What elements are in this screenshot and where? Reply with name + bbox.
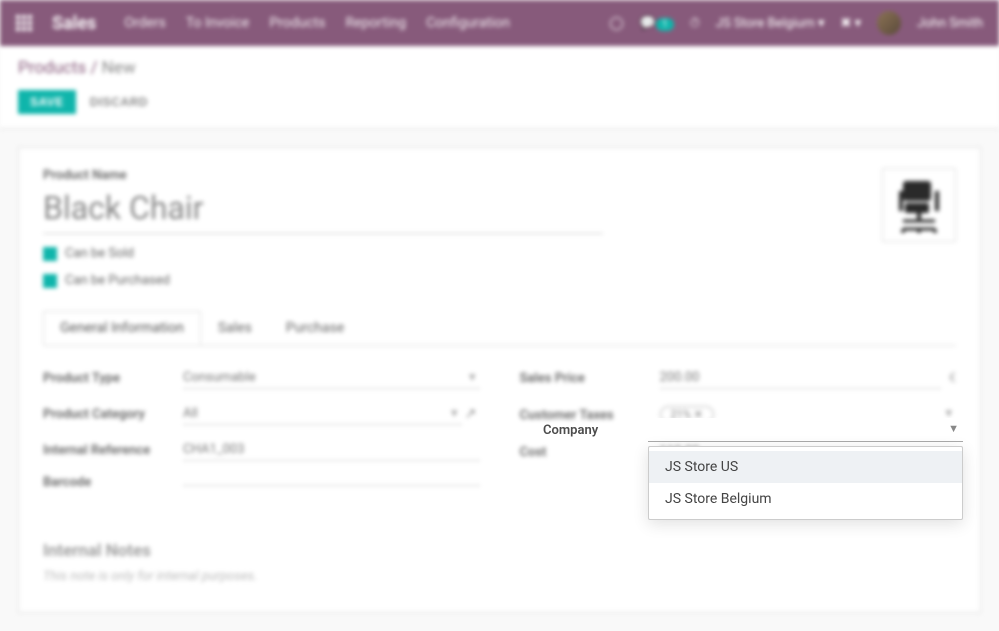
save-button[interactable]: SAVE xyxy=(18,90,76,114)
nav-products[interactable]: Products xyxy=(269,15,325,31)
company-field-focus: Company ▼ JS Store US JS Store Belgium xyxy=(543,418,963,442)
company-switcher[interactable]: JS Store Belgium ▾ xyxy=(716,16,825,31)
product-type-input[interactable]: Consumable xyxy=(183,367,480,389)
chat-count-badge: 1 xyxy=(656,18,674,31)
cost-label: Cost xyxy=(520,445,660,460)
control-panel: Products / New SAVE DISCARD xyxy=(0,46,999,129)
discard-button[interactable]: DISCARD xyxy=(90,95,148,109)
product-type-label: Product Type xyxy=(43,371,183,386)
help-icon[interactable]: ◯ xyxy=(609,16,624,31)
avatar[interactable] xyxy=(877,11,901,35)
sales-price-label: Sales Price xyxy=(520,371,660,386)
product-category-input[interactable]: All xyxy=(183,403,462,425)
company-label: Company xyxy=(543,423,648,438)
topbar: Sales Orders To Invoice Products Reporti… xyxy=(0,0,999,46)
currency-symbol: € xyxy=(949,371,956,386)
breadcrumb-current: New xyxy=(102,58,136,78)
user-name[interactable]: John Smith xyxy=(917,16,983,31)
internal-reference-label: Internal Reference xyxy=(43,443,183,458)
activity-icon[interactable]: ⏱ xyxy=(690,16,700,31)
tab-purchase[interactable]: Purchase xyxy=(269,311,361,345)
company-dropdown: JS Store US JS Store Belgium xyxy=(648,446,963,520)
product-category-label: Product Category xyxy=(43,407,183,422)
barcode-input[interactable] xyxy=(183,479,480,486)
nav-configuration[interactable]: Configuration xyxy=(426,15,510,31)
product-name-label: Product Name xyxy=(43,168,858,183)
can-be-sold-label: Can be Sold xyxy=(65,246,134,261)
internal-notes-hint: This note is only for internal purposes. xyxy=(43,569,956,584)
barcode-label: Barcode xyxy=(43,475,183,490)
company-option-belgium[interactable]: JS Store Belgium xyxy=(649,483,962,515)
top-nav: Orders To Invoice Products Reporting Con… xyxy=(124,15,510,31)
breadcrumb-root[interactable]: Products xyxy=(18,58,86,78)
internal-reference-input[interactable]: CHA1_003 xyxy=(183,439,480,461)
form-sheet: Product Name Black Chair Can be Sold Can… xyxy=(18,147,981,613)
chevron-down-icon[interactable]: ▼ xyxy=(948,422,959,435)
can-be-purchased-checkbox[interactable] xyxy=(43,274,57,288)
company-input[interactable] xyxy=(648,418,963,442)
tab-general[interactable]: General Information xyxy=(43,311,201,345)
breadcrumb: Products / New xyxy=(18,58,981,78)
nav-to-invoice[interactable]: To Invoice xyxy=(186,15,250,31)
debug-menu[interactable]: ✖ ▾ xyxy=(840,16,861,31)
internal-notes-heading: Internal Notes xyxy=(43,541,956,561)
product-name-input[interactable]: Black Chair xyxy=(43,187,603,234)
can-be-sold-checkbox[interactable] xyxy=(43,247,57,261)
can-be-purchased-label: Can be Purchased xyxy=(65,273,170,288)
product-image[interactable] xyxy=(882,168,956,242)
nav-reporting[interactable]: Reporting xyxy=(346,15,407,31)
tabs: General Information Sales Purchase xyxy=(43,311,956,346)
external-link-icon[interactable]: ↗ xyxy=(462,406,480,422)
sales-price-input[interactable]: 200.00 xyxy=(660,367,941,389)
chat-icon[interactable]: 💬1 xyxy=(640,16,674,31)
app-title: Sales xyxy=(52,13,96,34)
apps-grid-icon[interactable] xyxy=(16,15,32,31)
nav-orders[interactable]: Orders xyxy=(124,15,166,31)
tab-sales[interactable]: Sales xyxy=(201,311,269,345)
company-option-us[interactable]: JS Store US xyxy=(649,451,962,483)
